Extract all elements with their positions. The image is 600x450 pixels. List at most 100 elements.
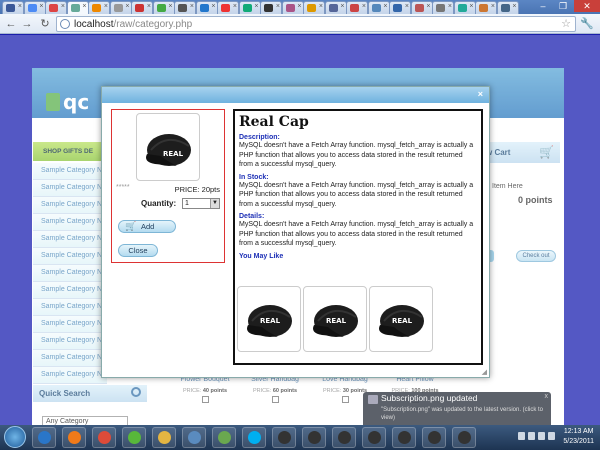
browser-tab[interactable]: × bbox=[475, 1, 497, 14]
browser-tab[interactable]: × bbox=[152, 1, 175, 14]
taskbar-app-button[interactable] bbox=[392, 427, 416, 448]
browser-tab[interactable]: × bbox=[131, 1, 153, 14]
browser-tab[interactable]: × bbox=[389, 1, 411, 14]
tab-close-icon[interactable]: × bbox=[319, 3, 323, 10]
taskbar-app-button[interactable] bbox=[122, 427, 146, 448]
gear-icon bbox=[458, 431, 471, 444]
browser-tab[interactable]: × bbox=[346, 1, 368, 14]
related-product-thumb[interactable]: REAL bbox=[303, 286, 367, 352]
address-bar[interactable]: localhost/raw/category.php ☆ bbox=[56, 16, 576, 32]
taskbar-app-button[interactable] bbox=[92, 427, 116, 448]
browser-tab[interactable]: × bbox=[303, 1, 325, 14]
tab-close-icon[interactable]: × bbox=[340, 3, 344, 10]
tab-close-icon[interactable]: × bbox=[297, 3, 301, 10]
favicon-icon bbox=[264, 4, 273, 12]
wrench-icon[interactable]: 🔧 bbox=[580, 17, 594, 30]
browser-tab[interactable]: × bbox=[195, 1, 218, 14]
browser-tab[interactable]: × bbox=[66, 1, 89, 14]
tab-close-icon[interactable]: × bbox=[276, 3, 280, 10]
tab-close-icon[interactable]: × bbox=[211, 3, 215, 10]
system-tray[interactable] bbox=[478, 431, 558, 443]
browser-tab[interactable]: × bbox=[453, 1, 476, 14]
add-to-cart-button[interactable]: 🛒 Add bbox=[118, 220, 176, 233]
close-button[interactable]: Close bbox=[118, 244, 158, 257]
flag-icon[interactable] bbox=[518, 432, 525, 440]
browser-tab[interactable]: × bbox=[281, 1, 304, 14]
taskbar-clock[interactable]: 12:13 AM 5/23/2011 bbox=[563, 427, 594, 447]
reload-icon[interactable]: ↻ bbox=[38, 17, 52, 31]
related-product-thumb[interactable]: REAL bbox=[369, 286, 433, 352]
tab-close-icon[interactable]: × bbox=[147, 3, 151, 10]
green-app-icon bbox=[128, 431, 141, 444]
tab-close-icon[interactable]: × bbox=[233, 3, 237, 10]
browser-tab[interactable]: × bbox=[109, 1, 132, 14]
quantity-select[interactable]: 1 ▼ bbox=[182, 198, 220, 209]
update-notification[interactable]: Subscription.png updated "Subscription.p… bbox=[363, 392, 551, 429]
modal-close-icon[interactable]: × bbox=[478, 89, 483, 99]
browser-tab[interactable]: × bbox=[174, 1, 196, 14]
taskbar-app-button[interactable] bbox=[182, 427, 206, 448]
taskbar-app-button[interactable] bbox=[452, 427, 476, 448]
tab-close-icon[interactable]: × bbox=[383, 3, 387, 10]
taskbar-app-button[interactable] bbox=[212, 427, 236, 448]
minimize-button[interactable]: – bbox=[534, 0, 552, 12]
taskbar-app-button[interactable] bbox=[62, 427, 86, 448]
browser-tab[interactable]: × bbox=[324, 1, 347, 14]
tab-close-icon[interactable]: × bbox=[254, 3, 258, 10]
maximize-button[interactable]: ❐ bbox=[554, 0, 572, 12]
browser-tab[interactable]: × bbox=[238, 1, 261, 14]
tab-close-icon[interactable]: × bbox=[82, 3, 86, 10]
tab-close-icon[interactable]: × bbox=[104, 3, 108, 10]
browser-tab[interactable]: × bbox=[410, 1, 433, 14]
chevron-down-icon: ▼ bbox=[210, 199, 219, 208]
browser-tab[interactable]: × bbox=[23, 1, 46, 14]
volume-icon[interactable] bbox=[538, 432, 545, 440]
browser-tab[interactable]: × bbox=[432, 1, 454, 14]
tab-close-icon[interactable]: × bbox=[61, 3, 65, 10]
browser-tab[interactable]: × bbox=[88, 1, 110, 14]
tab-close-icon[interactable]: × bbox=[168, 3, 172, 10]
forward-arrow-icon[interactable]: → bbox=[20, 17, 34, 31]
taskbar-app-button[interactable] bbox=[242, 427, 266, 448]
taskbar-app-button[interactable] bbox=[272, 427, 296, 448]
taskbar-app-button[interactable] bbox=[422, 427, 446, 448]
notification-close-icon[interactable]: x bbox=[545, 393, 549, 400]
tab-close-icon[interactable]: × bbox=[469, 3, 473, 10]
taskbar-app-button[interactable] bbox=[332, 427, 356, 448]
browser-tab[interactable]: × bbox=[45, 1, 67, 14]
tab-close-icon[interactable]: × bbox=[448, 3, 452, 10]
section-heading: Details: bbox=[239, 213, 265, 220]
tab-close-icon[interactable]: × bbox=[362, 3, 366, 10]
image-file-icon bbox=[368, 395, 378, 404]
browser-tab[interactable]: × bbox=[367, 1, 390, 14]
section-text: MySQL doesn't have a Fetch Array functio… bbox=[239, 221, 474, 247]
window-close-button[interactable]: ✕ bbox=[574, 0, 600, 12]
tab-close-icon[interactable]: × bbox=[190, 3, 194, 10]
back-arrow-icon[interactable]: ← bbox=[4, 17, 18, 31]
taskbar-app-button[interactable] bbox=[152, 427, 176, 448]
taskbar-app-button[interactable] bbox=[32, 427, 56, 448]
network-icon[interactable] bbox=[528, 432, 535, 440]
cap-icon: REAL bbox=[146, 134, 191, 166]
browser-tab[interactable]: × bbox=[260, 1, 282, 14]
browser-tab[interactable]: × bbox=[2, 1, 24, 14]
taskbar-app-button[interactable] bbox=[362, 427, 386, 448]
tab-close-icon[interactable]: × bbox=[491, 3, 495, 10]
taskbar-app-button[interactable] bbox=[302, 427, 326, 448]
tab-close-icon[interactable]: × bbox=[125, 3, 129, 10]
resize-handle-icon[interactable]: ◢ bbox=[482, 368, 487, 376]
related-product-thumb[interactable]: REAL bbox=[237, 286, 301, 352]
browser-tab[interactable]: × bbox=[217, 1, 239, 14]
battery-icon[interactable] bbox=[548, 432, 555, 440]
globe-icon bbox=[60, 19, 70, 29]
tab-close-icon[interactable]: × bbox=[405, 3, 409, 10]
tab-close-icon[interactable]: × bbox=[426, 3, 430, 10]
firefox-icon bbox=[68, 431, 81, 444]
browser-tab[interactable]: × bbox=[496, 1, 519, 14]
tab-close-icon[interactable]: × bbox=[18, 3, 22, 10]
tab-close-icon[interactable]: × bbox=[39, 3, 43, 10]
modal-titlebar[interactable]: × bbox=[102, 87, 489, 103]
tab-close-icon[interactable]: × bbox=[512, 3, 516, 10]
start-button-icon[interactable] bbox=[4, 426, 26, 448]
bookmark-star-icon[interactable]: ☆ bbox=[561, 17, 571, 30]
